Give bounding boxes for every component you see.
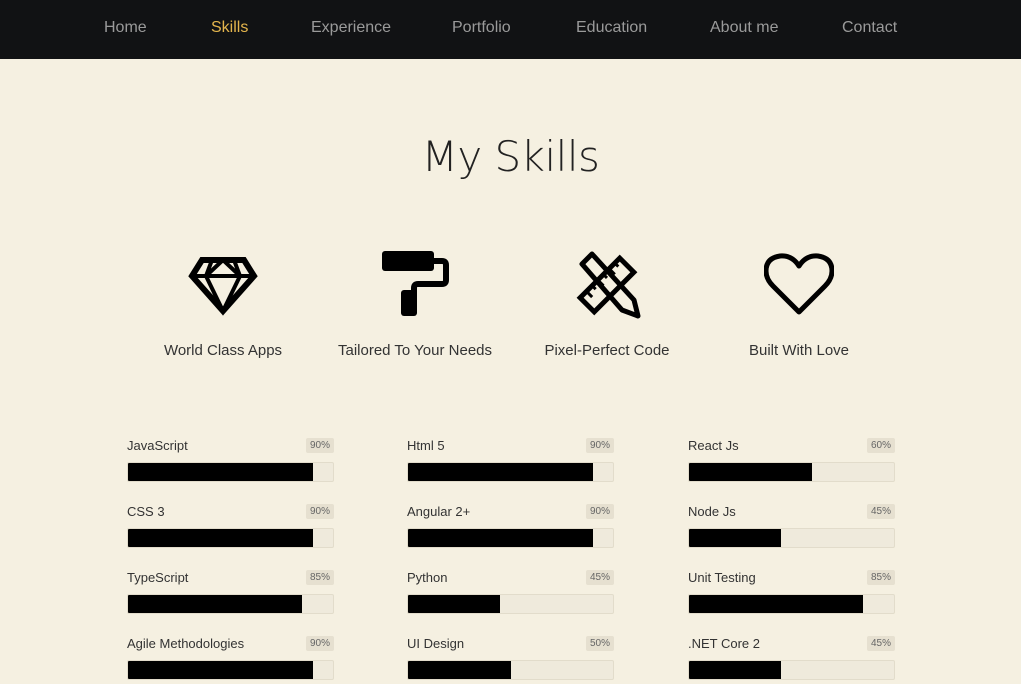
ruler-pencil-icon: [576, 251, 641, 319]
skill-name: Agile Methodologies: [127, 636, 245, 651]
skill-progress-fill: [689, 595, 864, 613]
paint-roller-icon: [382, 251, 449, 316]
skill-progress-fill: [408, 661, 511, 679]
skill-name: TypeScript: [127, 570, 189, 585]
skill-bar: CSS 3 90%: [127, 502, 334, 552]
skill-name: Angular 2+: [407, 504, 471, 519]
skill-progress-fill: [128, 661, 313, 679]
skill-name: Html 5: [407, 438, 445, 453]
skill-progress-track: [127, 462, 334, 482]
skill-percent-badge: 45%: [866, 504, 895, 519]
feature-label: Built With Love: [748, 342, 850, 359]
feature-pixel-perfect: Pixel-Perfect Code: [511, 250, 703, 359]
skill-percent-badge: 85%: [866, 570, 895, 585]
skill-name: UI Design: [407, 636, 465, 651]
skill-percent-badge: 45%: [585, 570, 614, 585]
skill-bar: React Js 60%: [688, 436, 895, 486]
skill-percent-badge: 50%: [585, 636, 614, 651]
nav-contact[interactable]: Contact: [842, 19, 897, 37]
skill-percent-badge: 45%: [866, 636, 895, 651]
skill-progress-fill: [689, 529, 782, 547]
skill-bar: Angular 2+ 90%: [407, 502, 614, 552]
nav-portfolio[interactable]: Portfolio: [452, 19, 511, 37]
nav-home[interactable]: Home: [104, 19, 147, 37]
nav-skills[interactable]: Skills: [211, 19, 248, 37]
skill-progress-track: [127, 660, 334, 680]
section-title: My Skills: [421, 132, 600, 181]
skill-bar: Agile Methodologies 90%: [127, 634, 334, 684]
skill-progress-track: [407, 528, 614, 548]
skill-bar: UI Design 50%: [407, 634, 614, 684]
feature-world-class-apps: World Class Apps: [127, 250, 319, 359]
feature-built-with-love: Built With Love: [703, 250, 895, 359]
skill-progress-fill: [689, 463, 812, 481]
skill-name: Unit Testing: [688, 570, 756, 585]
skill-name: CSS 3: [127, 504, 165, 519]
skill-percent-badge: 90%: [585, 504, 614, 519]
skill-percent-badge: 90%: [305, 504, 334, 519]
skill-name: JavaScript: [127, 438, 188, 453]
skill-progress-fill: [408, 529, 593, 547]
skill-bar: Unit Testing 85%: [688, 568, 895, 618]
skill-progress-track: [407, 594, 614, 614]
skill-progress-fill: [128, 529, 313, 547]
skill-percent-badge: 90%: [585, 438, 614, 453]
skill-percent-badge: 90%: [305, 636, 334, 651]
feature-tailored: Tailored To Your Needs: [319, 250, 511, 359]
skill-percent-badge: 85%: [305, 570, 334, 585]
top-navbar: Home Skills Experience Portfolio Educati…: [0, 0, 1021, 59]
skill-bar: Html 5 90%: [407, 436, 614, 486]
skill-name: React Js: [688, 438, 739, 453]
feature-label: Pixel-Perfect Code: [544, 342, 670, 359]
skill-progress-track: [688, 594, 895, 614]
skill-progress-fill: [689, 661, 782, 679]
skill-bar: TypeScript 85%: [127, 568, 334, 618]
skill-progress-track: [688, 528, 895, 548]
skill-name: Python: [407, 570, 448, 585]
skill-progress-fill: [128, 595, 303, 613]
skill-progress-fill: [408, 463, 593, 481]
feature-label: World Class Apps: [163, 342, 283, 359]
skill-progress-track: [127, 594, 334, 614]
skill-percent-badge: 60%: [866, 438, 895, 453]
nav-about-me[interactable]: About me: [710, 19, 778, 37]
heart-icon: [764, 253, 834, 315]
skill-percent-badge: 90%: [305, 438, 334, 453]
skill-progress-track: [127, 528, 334, 548]
skill-bar: Node Js 45%: [688, 502, 895, 552]
skill-progress-track: [688, 660, 895, 680]
skill-progress-track: [688, 462, 895, 482]
nav-experience[interactable]: Experience: [311, 19, 391, 37]
skill-bar: .NET Core 2 45%: [688, 634, 895, 684]
diamond-icon: [188, 257, 258, 316]
skill-progress-track: [407, 462, 614, 482]
skill-progress-fill: [408, 595, 501, 613]
skill-bar: JavaScript 90%: [127, 436, 334, 486]
nav-education[interactable]: Education: [576, 19, 647, 37]
skill-name: Node Js: [688, 504, 736, 519]
skill-bar: Python 45%: [407, 568, 614, 618]
feature-label: Tailored To Your Needs: [338, 342, 492, 359]
skill-progress-fill: [128, 463, 313, 481]
skill-progress-track: [407, 660, 614, 680]
skill-name: .NET Core 2: [688, 636, 761, 651]
